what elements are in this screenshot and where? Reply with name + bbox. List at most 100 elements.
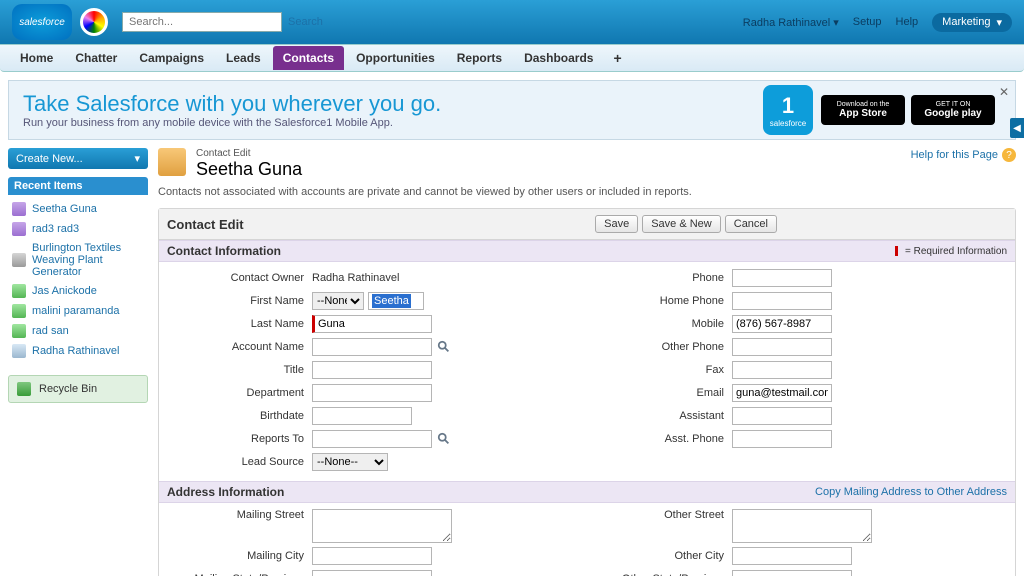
edit-form: Contact Edit Save Save & New Cancel Cont…	[158, 208, 1016, 576]
label-birthdate: Birthdate	[167, 410, 312, 422]
reports-to-input[interactable]	[312, 430, 432, 448]
banner-close-icon[interactable]: ✕	[999, 85, 1009, 99]
mailing-street-input[interactable]	[312, 509, 452, 543]
contact-page-icon	[158, 148, 186, 176]
mobile-input[interactable]	[732, 315, 832, 333]
save-button[interactable]: Save	[595, 215, 638, 233]
label-asst-phone: Asst. Phone	[587, 433, 732, 445]
other-city-input[interactable]	[732, 547, 852, 565]
recent-items-block: Recent Items Seetha Guna rad3 rad3 Burli…	[8, 177, 148, 365]
tab-leads[interactable]: Leads	[216, 46, 271, 70]
recent-link[interactable]: rad3 rad3	[32, 223, 79, 235]
tab-dashboards[interactable]: Dashboards	[514, 46, 603, 70]
department-input[interactable]	[312, 384, 432, 402]
last-name-input[interactable]	[312, 315, 432, 333]
phone-input[interactable]	[732, 269, 832, 287]
cancel-button[interactable]: Cancel	[725, 215, 777, 233]
sf1-icon: 1salesforce	[763, 85, 813, 135]
recent-link[interactable]: Seetha Guna	[32, 203, 97, 215]
app-switcher[interactable]: Marketing ▾	[932, 13, 1012, 32]
recycle-bin[interactable]: Recycle Bin	[8, 375, 148, 403]
other-state-input[interactable]	[732, 570, 852, 576]
label-assistant: Assistant	[587, 410, 732, 422]
tab-contacts[interactable]: Contacts	[273, 46, 344, 70]
lead-source-select[interactable]: --None--	[312, 453, 388, 471]
recycle-icon	[17, 382, 31, 396]
section-address-info: Address Information Copy Mailing Address…	[159, 481, 1015, 503]
banner-title: Take Salesforce with you wherever you go…	[23, 91, 441, 117]
mailing-state-input[interactable]	[312, 570, 432, 576]
lead-icon	[12, 304, 26, 318]
chevron-down-icon: ▾	[996, 16, 1002, 29]
copy-address-link[interactable]: Copy Mailing Address to Other Address	[815, 486, 1007, 498]
label-mobile: Mobile	[587, 318, 732, 330]
assistant-input[interactable]	[732, 407, 832, 425]
promo-banner: Take Salesforce with you wherever you go…	[8, 80, 1016, 140]
contact-icon	[12, 222, 26, 236]
lookup-icon[interactable]	[436, 431, 452, 447]
home-phone-input[interactable]	[732, 292, 832, 310]
label-account: Account Name	[167, 341, 312, 353]
user-icon	[12, 344, 26, 358]
lead-icon	[12, 324, 26, 338]
sidebar: Create New...▾ Recent Items Seetha Guna …	[8, 148, 148, 576]
top-right-links: Radha Rathinavel ▾ Setup Help Marketing …	[743, 13, 1012, 32]
label-title: Title	[167, 364, 312, 376]
help-link[interactable]: Help	[896, 16, 919, 28]
recent-item: rad san	[10, 321, 146, 341]
lead-icon	[12, 284, 26, 298]
first-name-input[interactable]: Seetha	[368, 292, 424, 310]
value-owner: Radha Rathinavel	[312, 272, 399, 284]
tab-home[interactable]: Home	[10, 46, 63, 70]
account-name-input[interactable]	[312, 338, 432, 356]
save-new-button[interactable]: Save & New	[642, 215, 721, 233]
fax-input[interactable]	[732, 361, 832, 379]
side-panel-toggle[interactable]: ◀	[1010, 118, 1024, 138]
recent-item: Burlington Textiles Weaving Plant Genera…	[10, 239, 146, 281]
title-input[interactable]	[312, 361, 432, 379]
recent-link[interactable]: Jas Anickode	[32, 285, 97, 297]
create-new-button[interactable]: Create New...▾	[8, 148, 148, 169]
label-other-city: Other City	[587, 550, 732, 562]
tab-add[interactable]: +	[605, 47, 629, 69]
tab-bar: Home Chatter Campaigns Leads Contacts Op…	[0, 44, 1024, 72]
tab-campaigns[interactable]: Campaigns	[129, 46, 214, 70]
recent-item: Jas Anickode	[10, 281, 146, 301]
label-reports-to: Reports To	[167, 433, 312, 445]
label-other-street: Other Street	[587, 509, 732, 521]
user-menu[interactable]: Radha Rathinavel ▾	[743, 16, 839, 29]
googleplay-badge[interactable]: GET IT ONGoogle play	[911, 95, 995, 125]
banner-subtitle: Run your business from any mobile device…	[23, 117, 441, 129]
contact-icon	[12, 202, 26, 216]
search-button[interactable]: Search	[288, 16, 323, 28]
recent-item: Radha Rathinavel	[10, 341, 146, 361]
tab-reports[interactable]: Reports	[447, 46, 512, 70]
recent-link[interactable]: rad san	[32, 325, 69, 337]
page-header: Contact Edit Seetha Guna Help for this P…	[158, 148, 1016, 180]
setup-link[interactable]: Setup	[853, 16, 882, 28]
label-lead-source: Lead Source	[167, 456, 312, 468]
appstore-badge[interactable]: Download on theApp Store	[821, 95, 905, 125]
tab-opportunities[interactable]: Opportunities	[346, 46, 445, 70]
label-phone: Phone	[587, 272, 732, 284]
recent-link[interactable]: malini paramanda	[32, 305, 119, 317]
label-mailing-street: Mailing Street	[167, 509, 312, 521]
search-input[interactable]	[122, 12, 282, 32]
email-input[interactable]	[732, 384, 832, 402]
other-street-input[interactable]	[732, 509, 872, 543]
birthdate-input[interactable]	[312, 407, 412, 425]
asst-phone-input[interactable]	[732, 430, 832, 448]
recent-link[interactable]: Burlington Textiles Weaving Plant Genera…	[32, 242, 144, 278]
lookup-icon[interactable]	[436, 339, 452, 355]
recent-link[interactable]: Radha Rathinavel	[32, 345, 119, 357]
recent-item: Seetha Guna	[10, 199, 146, 219]
page-title: Seetha Guna	[196, 159, 302, 180]
other-phone-input[interactable]	[732, 338, 832, 356]
mailing-city-input[interactable]	[312, 547, 432, 565]
recent-item: rad3 rad3	[10, 219, 146, 239]
page-help-link[interactable]: Help for this Page?	[911, 148, 1016, 162]
tab-chatter[interactable]: Chatter	[65, 46, 127, 70]
required-indicator-icon	[895, 246, 898, 256]
salutation-select[interactable]: --None--	[312, 292, 364, 310]
gear-icon	[12, 253, 26, 267]
